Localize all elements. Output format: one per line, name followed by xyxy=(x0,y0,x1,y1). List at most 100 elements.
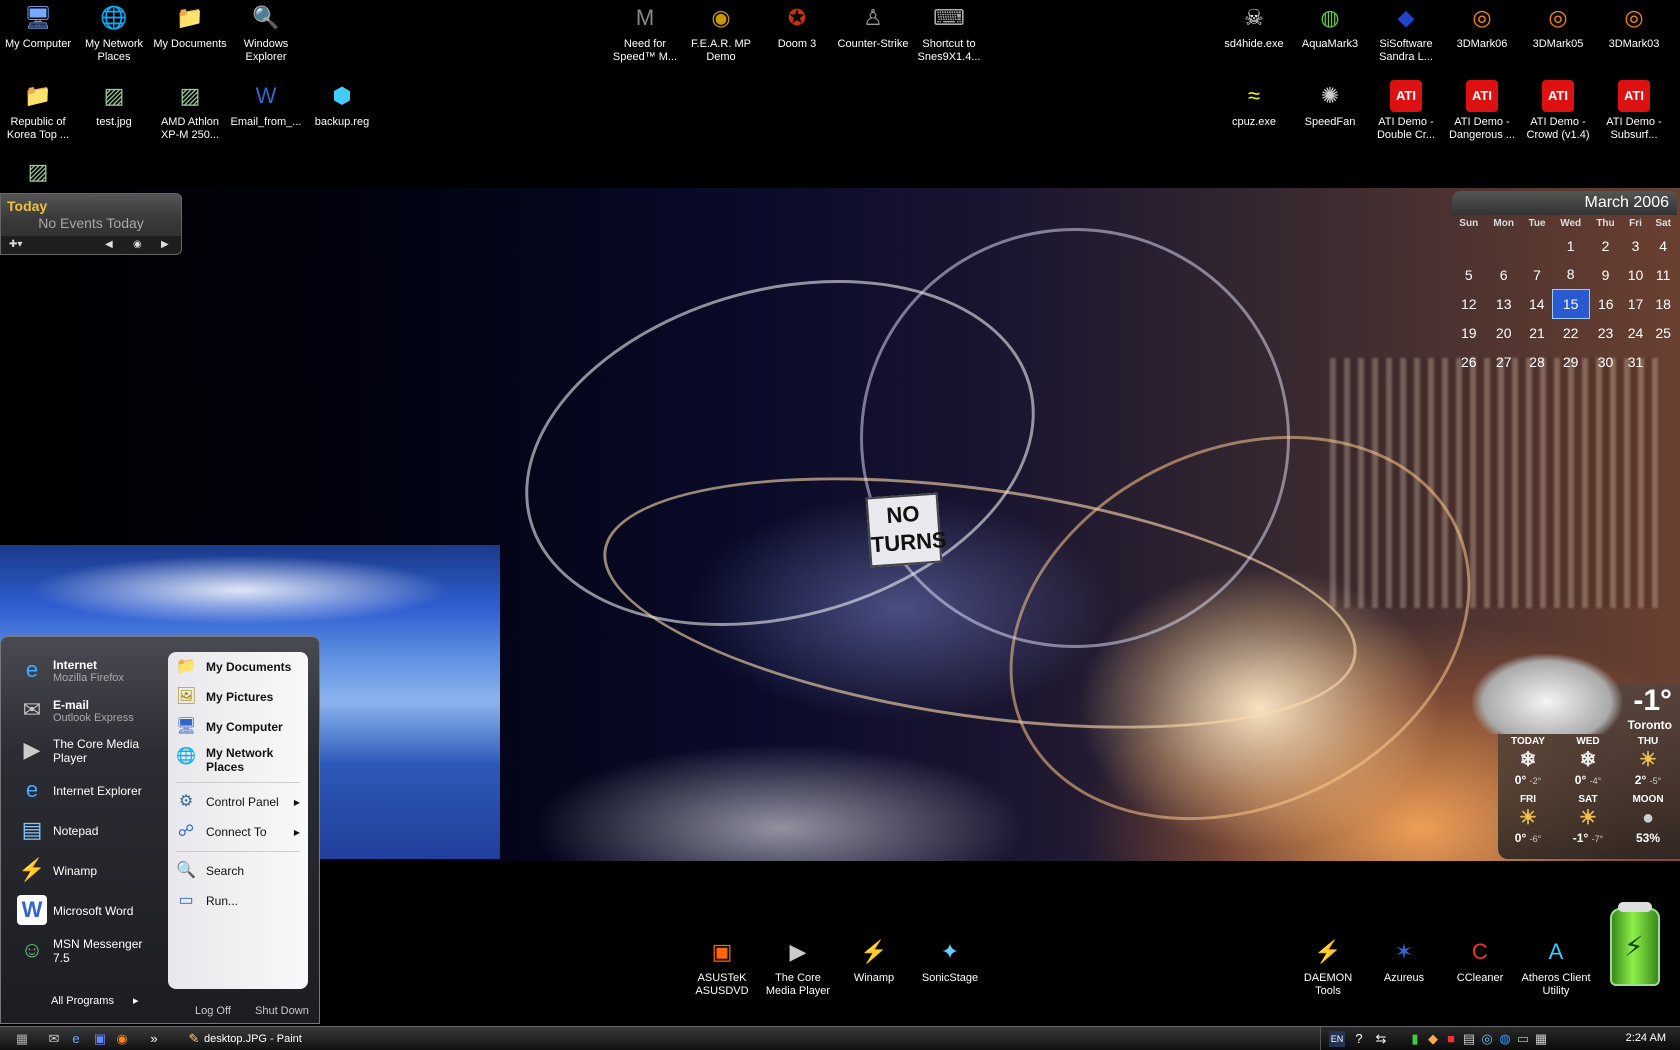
start-item-notepad[interactable]: ▤ Notepad xyxy=(11,811,161,851)
calendar-day[interactable]: 9 xyxy=(1589,260,1621,289)
ie-icon[interactable]: e xyxy=(68,1031,84,1047)
start-item-winamp[interactable]: ⚡ Winamp xyxy=(11,851,161,891)
start-place-my-network-places[interactable]: 🌐 My Network Places xyxy=(168,742,308,778)
calendar-day[interactable]: 29 xyxy=(1552,347,1589,376)
desktop-icon-my-computer[interactable]: 🖥 My Computer xyxy=(0,2,76,51)
chevron-icon[interactable]: » xyxy=(146,1031,162,1047)
desktop-icon-ccleaner[interactable]: C CCleaner xyxy=(1442,936,1518,985)
desktop-icon-atheros-client-utility[interactable]: A Atheros Client Utility xyxy=(1518,936,1594,998)
calendar-day[interactable]: 26 xyxy=(1452,347,1485,376)
display-tray-icon[interactable]: ▦ xyxy=(1533,1031,1549,1047)
calendar-day[interactable]: 2 xyxy=(1589,231,1621,260)
calendar-day[interactable]: 31 xyxy=(1622,347,1650,376)
clock[interactable]: 2:24 AM xyxy=(1626,1032,1666,1044)
log-off-button[interactable]: Log Off xyxy=(195,1005,231,1017)
start-place-my-documents[interactable]: 📁 My Documents xyxy=(168,652,308,682)
calendar-day[interactable]: 23 xyxy=(1589,318,1621,347)
desktop-icon-3dmark05[interactable]: ◎ 3DMark05 xyxy=(1520,2,1596,51)
mail-icon[interactable]: ✉ xyxy=(46,1031,62,1047)
start-place-control-panel[interactable]: ⚙ Control Panel ▶ xyxy=(168,787,308,817)
desktop-icon-sisoftware-sandra-l[interactable]: ◆ SiSoftware Sandra L... xyxy=(1368,2,1444,64)
tray-app-icon[interactable]: ◆ xyxy=(1425,1031,1441,1047)
start-item-the-core-media-player[interactable]: ▶ The Core Media Player xyxy=(11,731,161,771)
calendar-day[interactable]: 4 xyxy=(1649,231,1677,260)
calendar-day[interactable]: 5 xyxy=(1452,260,1485,289)
desktop-icon-speedfan[interactable]: ✺ SpeedFan xyxy=(1292,80,1368,129)
desktop-icon[interactable]: ▣ xyxy=(92,1031,108,1047)
desktop-icon-sonicstage[interactable]: ✦ SonicStage xyxy=(912,936,988,985)
desktop-icon-counter-strike[interactable]: ♙ Counter-Strike xyxy=(835,2,911,51)
all-programs-button[interactable]: All Programs ▸ xyxy=(51,994,139,1007)
desktop-icon-ati-demo-dangerous[interactable]: ATI ATI Demo - Dangerous ... xyxy=(1444,80,1520,142)
signal-icon[interactable]: ▮ xyxy=(1407,1031,1423,1047)
desktop-icon-azureus[interactable]: ✶ Azureus xyxy=(1366,936,1442,985)
desktop-icon-ati-demo-crowd-v1-4[interactable]: ATI ATI Demo - Crowd (v1.4) xyxy=(1520,80,1596,142)
add-icon[interactable]: ✚▾ xyxy=(9,239,22,250)
calendar-day[interactable]: 12 xyxy=(1452,289,1485,318)
desktop-icon-sd4hide-exe[interactable]: ☠ sd4hide.exe xyxy=(1216,2,1292,51)
next-icon[interactable]: ▶ xyxy=(161,239,169,250)
desktop-icon-ati-demo-subsurf[interactable]: ATI ATI Demo - Subsurf... xyxy=(1596,80,1672,142)
desktop-icon-need-for-speed-m[interactable]: M Need for Speed™ M... xyxy=(607,2,683,64)
start-place-my-computer[interactable]: 🖥 My Computer xyxy=(168,712,308,742)
desktop-icon-my-documents[interactable]: 📁 My Documents xyxy=(152,2,228,51)
desktop-icon-windows-explorer[interactable]: 🔍 Windows Explorer xyxy=(228,2,304,64)
network-tray-icon[interactable]: ▤ xyxy=(1461,1031,1477,1047)
ati-tray-icon[interactable]: ■ xyxy=(1443,1031,1459,1047)
calendar-day[interactable]: 18 xyxy=(1649,289,1677,318)
start-item-e-mail[interactable]: ✉ E-mail Outlook Express xyxy=(11,691,161,731)
shut-down-button[interactable]: Shut Down xyxy=(255,1005,309,1017)
desktop-icon-daemon-tools[interactable]: ⚡ DAEMON Tools xyxy=(1290,936,1366,998)
calendar-day[interactable]: 13 xyxy=(1485,289,1521,318)
calendar-day[interactable]: 22 xyxy=(1552,318,1589,347)
start-place-search[interactable]: 🔍 Search xyxy=(168,856,308,886)
desktop-icon-winamp[interactable]: ⚡ Winamp xyxy=(836,936,912,985)
desktop-icon-asustek-asusdvd[interactable]: ▣ ASUSTeK ASUSDVD xyxy=(684,936,760,998)
calendar-day[interactable]: 7 xyxy=(1522,260,1552,289)
start-place-my-pictures[interactable]: 🖼 My Pictures xyxy=(168,682,308,712)
volume-icon[interactable]: ◎ xyxy=(1479,1031,1495,1047)
desktop-icon-republic-of-korea-top[interactable]: 📁 Republic of Korea Top ... xyxy=(0,80,76,142)
desktop-icon-f-e-a-r-mp-demo[interactable]: ◉ F.E.A.R. MP Demo xyxy=(683,2,759,64)
calendar-day[interactable]: 8 xyxy=(1552,260,1589,289)
start-item-internet-explorer[interactable]: e Internet Explorer xyxy=(11,771,161,811)
start-place-run[interactable]: ▭ Run... xyxy=(168,886,308,916)
calendar-day[interactable]: 16 xyxy=(1589,289,1621,318)
desktop-icon-test-jpg[interactable]: ▨ test.jpg xyxy=(76,80,152,129)
prev-icon[interactable]: ◀ xyxy=(105,239,113,250)
calendar-day[interactable]: 10 xyxy=(1622,260,1650,289)
desktop-icon-email-from[interactable]: W Email_from_... xyxy=(228,80,304,129)
calendar-day[interactable]: 24 xyxy=(1622,318,1650,347)
start-button-icon[interactable]: ▦ xyxy=(14,1031,30,1047)
help-icon[interactable]: ? xyxy=(1351,1031,1367,1047)
calendar-day[interactable]: 28 xyxy=(1522,347,1552,376)
calendar-day[interactable]: 21 xyxy=(1522,318,1552,347)
language-indicator[interactable]: EN xyxy=(1329,1031,1345,1047)
calendar-day[interactable]: 3 xyxy=(1622,231,1650,260)
desktop-icon-cpuz-exe[interactable]: ≈ cpuz.exe xyxy=(1216,80,1292,129)
calendar-day[interactable]: 27 xyxy=(1485,347,1521,376)
desktop-icon-3dmark03[interactable]: ◎ 3DMark03 xyxy=(1596,2,1672,51)
taskbar-button-paint[interactable]: ✎ desktop.JPG - Paint xyxy=(184,1029,324,1049)
desktop-icon-shortcut-to-snes9x1-4[interactable]: ⌨ Shortcut to Snes9X1.4... xyxy=(911,2,987,64)
desktop-icon-aquamark3[interactable]: ◍ AquaMark3 xyxy=(1292,2,1368,51)
desktop-icon-backup-reg[interactable]: ⬢ backup.reg xyxy=(304,80,380,129)
calendar-day[interactable]: 19 xyxy=(1452,318,1485,347)
calendar-day[interactable]: 1 xyxy=(1552,231,1589,260)
start-item-msn-messenger-7-5[interactable]: ☺ MSN Messenger 7.5 xyxy=(11,931,161,971)
firefox-icon[interactable]: ◉ xyxy=(114,1031,130,1047)
desktop-icon-the-core-media-player[interactable]: ▶ The Core Media Player xyxy=(760,936,836,998)
desktop-icon-ati-demo-double-cr[interactable]: ATI ATI Demo - Double Cr... xyxy=(1368,80,1444,142)
desktop-icon-3dmark06[interactable]: ◎ 3DMark06 xyxy=(1444,2,1520,51)
desktop-icon-my-network-places[interactable]: 🌐 My Network Places xyxy=(76,2,152,64)
desktop-icon-doom-3[interactable]: ✪ Doom 3 xyxy=(759,2,835,51)
calendar-day[interactable]: 17 xyxy=(1622,289,1650,318)
start-item-microsoft-word[interactable]: W Microsoft Word xyxy=(11,891,161,931)
calendar-day[interactable]: 11 xyxy=(1649,260,1677,289)
desktop-image-file-icon[interactable]: ▨ xyxy=(0,156,76,192)
start-item-internet[interactable]: e Internet Mozilla Firefox xyxy=(11,651,161,691)
calendar-day[interactable]: 14 xyxy=(1522,289,1552,318)
home-icon[interactable]: ◉ xyxy=(133,239,142,250)
tray-arrow-icon[interactable]: ⇆ xyxy=(1373,1031,1389,1047)
calendar-day[interactable]: 30 xyxy=(1589,347,1621,376)
